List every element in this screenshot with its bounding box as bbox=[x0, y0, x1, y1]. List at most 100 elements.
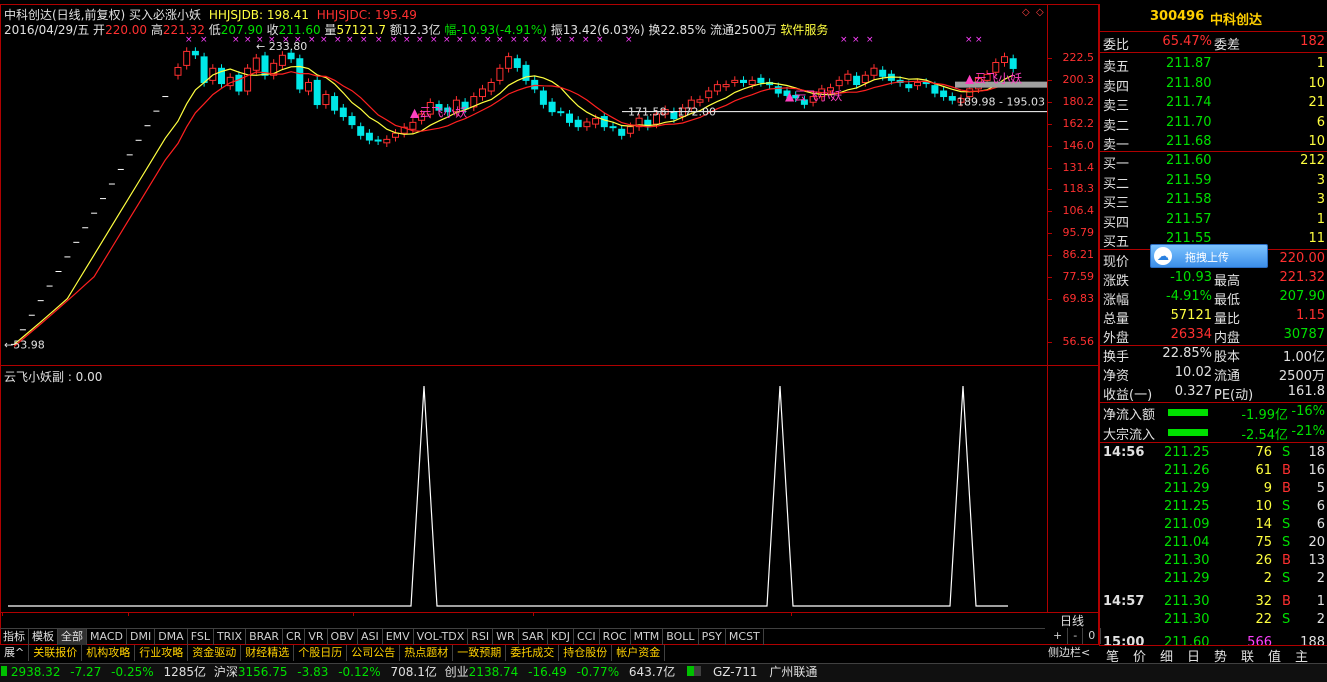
tick-volume: 10 bbox=[1255, 499, 1272, 514]
function-tab[interactable]: 关联报价 bbox=[29, 645, 83, 661]
price-tick: 222.5 bbox=[1062, 51, 1095, 65]
indicator-tab[interactable]: TRIX bbox=[214, 629, 247, 645]
function-tab[interactable]: 持仓股份 bbox=[559, 645, 613, 661]
function-tab[interactable]: 机构攻略 bbox=[82, 645, 136, 661]
tick-row: 211.26 61 B 16 bbox=[1100, 462, 1327, 481]
vol-label: 量 bbox=[324, 23, 337, 37]
indicator-tab[interactable]: CCI bbox=[574, 629, 600, 645]
zoom-buttons: + -0 bbox=[1048, 628, 1102, 644]
indicator-tab-bar: 指标 模板 全部 MACD DMI DMA FSL TRIX BRAR CR VR OBV ASI EMV… bbox=[0, 628, 1045, 645]
indicator-tab[interactable]: MTM bbox=[631, 629, 664, 645]
stat-value: 220.00 bbox=[1279, 251, 1326, 266]
tick-count: 6 bbox=[1316, 499, 1325, 514]
indicator-tab[interactable]: 模板 bbox=[29, 629, 58, 645]
diamond-icon[interactable]: ◇ bbox=[1022, 7, 1030, 18]
indicator-tab[interactable]: RSI bbox=[468, 629, 494, 645]
tick-bs: S bbox=[1282, 612, 1291, 627]
signal-marker: × bbox=[334, 36, 342, 45]
indicator-tab[interactable]: WR bbox=[493, 629, 519, 645]
tick-price: 211.25 bbox=[1164, 499, 1210, 514]
indicator-tab[interactable]: ASI bbox=[358, 629, 383, 645]
tick-volume: 26 bbox=[1255, 553, 1272, 568]
indicator-tab[interactable]: DMA bbox=[155, 629, 188, 645]
tick-bs: B bbox=[1282, 594, 1291, 609]
upload-button[interactable]: ☁ 拖拽上传 bbox=[1150, 244, 1268, 268]
signal-marker: × bbox=[294, 36, 302, 45]
tick-bs: S bbox=[1282, 517, 1291, 532]
server-name[interactable]: GZ-711 bbox=[713, 665, 758, 679]
tick-bs: B bbox=[1282, 463, 1291, 478]
diamond-icon-2[interactable]: ◇ bbox=[1036, 7, 1044, 18]
cy-index-value[interactable]: 2138.74 bbox=[469, 665, 519, 679]
cy-label[interactable]: 创业 bbox=[445, 665, 469, 679]
candle-body bbox=[365, 132, 373, 141]
indicator-tab[interactable]: DMI bbox=[127, 629, 156, 645]
function-tab[interactable]: 帐户资金 bbox=[612, 645, 666, 661]
sz-label[interactable]: 沪深 bbox=[214, 665, 238, 679]
sub-indicator-chart[interactable] bbox=[0, 366, 1047, 612]
indicator-tab[interactable]: BOLL bbox=[663, 629, 699, 645]
stat-label: 涨幅 bbox=[1103, 293, 1130, 308]
indicator-tab[interactable]: BRAR bbox=[246, 629, 284, 645]
indicator-tab[interactable]: OBV bbox=[328, 629, 358, 645]
stat-value: 10.02 bbox=[1174, 365, 1212, 380]
price-tick-mark bbox=[1048, 167, 1052, 169]
candle-body bbox=[244, 67, 252, 92]
price-tick-mark bbox=[1048, 211, 1052, 213]
indicator-tab[interactable]: VR bbox=[305, 629, 328, 645]
indicator-tab[interactable]: CR bbox=[283, 629, 306, 645]
stat-value: 26334 bbox=[1170, 327, 1212, 342]
price-tick: 95.79 bbox=[1062, 226, 1095, 240]
indicator-tab[interactable]: KDJ bbox=[548, 629, 574, 645]
function-tab[interactable]: 财经精选 bbox=[241, 645, 295, 661]
indicator-tab[interactable]: SAR bbox=[519, 629, 549, 645]
stat-label: 净资 bbox=[1103, 369, 1130, 384]
weicha-value: 182 bbox=[1300, 34, 1325, 49]
candle-body bbox=[487, 81, 495, 92]
function-tab[interactable]: 个股日历 bbox=[294, 645, 348, 661]
zoom-button[interactable]: + bbox=[1048, 628, 1069, 644]
signal-icon bbox=[687, 666, 702, 676]
indicator-tab[interactable]: 指标 bbox=[0, 629, 29, 645]
function-tab[interactable]: 行业攻略 bbox=[135, 645, 189, 661]
sh-index-value[interactable]: 2938.32 bbox=[11, 665, 61, 679]
zoom-button[interactable]: - bbox=[1068, 628, 1084, 644]
candle-body bbox=[731, 79, 739, 83]
flow-row: 净流入额 -1.99亿 -16% bbox=[1100, 403, 1327, 423]
stat-value: 221.32 bbox=[1279, 270, 1326, 285]
candle-body bbox=[879, 69, 887, 77]
signal-line bbox=[8, 385, 1008, 607]
signal-marker: × bbox=[568, 36, 576, 45]
price-tick-mark bbox=[1048, 58, 1052, 60]
indicator-tab[interactable]: PSY bbox=[699, 629, 726, 645]
candle-body bbox=[200, 56, 208, 83]
candle-body bbox=[479, 88, 486, 98]
sz-index-value[interactable]: 3156.75 bbox=[238, 665, 288, 679]
period-label[interactable]: 日线 bbox=[1060, 612, 1084, 629]
function-tab[interactable]: 一致预期 bbox=[453, 645, 507, 661]
price-tick-mark bbox=[1048, 233, 1052, 235]
function-tab[interactable]: 委托成交 bbox=[506, 645, 560, 661]
signal-marker: × bbox=[522, 36, 530, 45]
candle-body bbox=[592, 118, 600, 125]
stat-label: 最高 bbox=[1214, 274, 1241, 289]
function-tab[interactable]: 公司公告 bbox=[347, 645, 401, 661]
flow-label: 净流入额 bbox=[1103, 408, 1156, 423]
indicator-tab[interactable]: 全部 bbox=[58, 629, 87, 645]
indicator-tab[interactable]: ROC bbox=[600, 629, 631, 645]
indicator-tab[interactable]: MCST bbox=[726, 629, 764, 645]
high-value: 221.32 bbox=[162, 23, 205, 37]
candle-body bbox=[626, 126, 634, 134]
indicator-tab[interactable]: VOL-TDX bbox=[414, 629, 469, 645]
function-tab[interactable]: 热点题材 bbox=[400, 645, 454, 661]
signal-marker: × bbox=[346, 36, 354, 45]
stat-label: 量比 bbox=[1214, 312, 1241, 327]
function-tab[interactable]: 展^ bbox=[0, 645, 30, 661]
indicator-tab[interactable]: FSL bbox=[188, 629, 214, 645]
bid-row: 买一 211.60 212 bbox=[1100, 152, 1327, 172]
indicator-tab[interactable]: MACD bbox=[87, 629, 127, 645]
indicator-tab[interactable]: EMV bbox=[383, 629, 414, 645]
sidebar-toggle[interactable]: 侧边栏< bbox=[1048, 645, 1090, 661]
function-tab[interactable]: 资金驱动 bbox=[188, 645, 242, 661]
candlestick-chart[interactable]: 171.58 - 172.00189.98 - 195.03← 233.80←5… bbox=[0, 36, 1047, 364]
